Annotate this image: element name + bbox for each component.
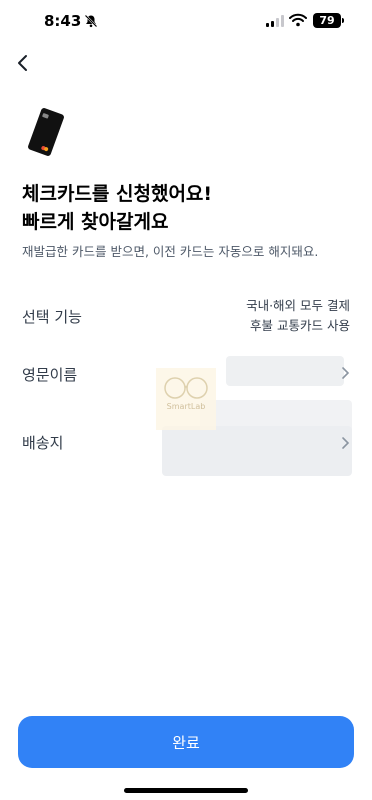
english-name-label: 영문이름 — [22, 366, 78, 384]
delivery-label: 배송지 — [22, 434, 64, 452]
chevron-right-icon — [342, 437, 350, 449]
battery-tip — [342, 18, 344, 23]
glasses-icon — [164, 377, 208, 399]
status-bar: 8:43 79 — [0, 0, 372, 44]
delivery-address-blurred — [162, 426, 352, 476]
english-name-value-blurred — [226, 356, 344, 386]
feature-value: 국내·해외 모두 결제 — [246, 298, 350, 313]
debit-card-icon — [28, 108, 64, 156]
features-values: 국내·해외 모두 결제 후불 교통카드 사용 — [246, 296, 350, 336]
page-subtitle: 재발급한 카드를 받으면, 이전 카드는 자동으로 해지돼요. — [22, 244, 319, 259]
status-time: 8:43 — [44, 12, 82, 30]
page-title: 체크카드를 신청했어요! 빠르게 찾아갈게요 — [22, 180, 212, 236]
watermark-logo: SmartLab — [156, 368, 216, 430]
bell-off-icon — [84, 14, 98, 28]
home-indicator — [124, 788, 248, 793]
title-line-2: 빠르게 찾아갈게요 — [22, 211, 169, 233]
features-label: 선택 기능 — [22, 308, 82, 326]
watermark-text: SmartLab — [166, 402, 206, 411]
feature-value: 후불 교통카드 사용 — [250, 318, 350, 333]
wifi-icon — [289, 13, 307, 27]
title-line-1: 체크카드를 신청했어요! — [22, 183, 213, 205]
battery-indicator: 79 — [313, 13, 341, 28]
chevron-left-icon — [18, 55, 27, 71]
done-button[interactable]: 완료 — [18, 716, 354, 768]
cellular-signal-icon — [266, 15, 284, 27]
chevron-right-icon — [342, 367, 350, 379]
back-button[interactable] — [12, 50, 36, 76]
